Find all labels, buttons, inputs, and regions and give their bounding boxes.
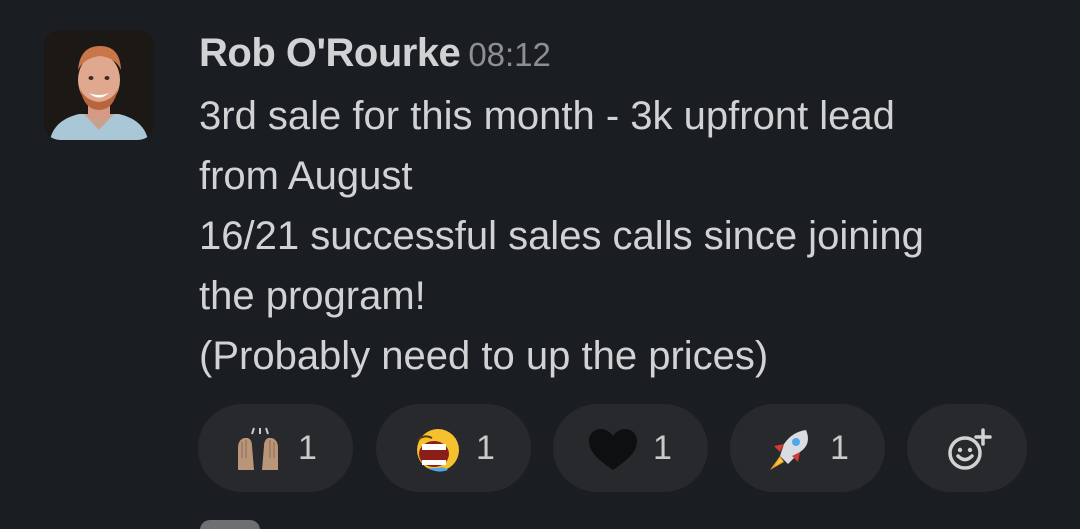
message-line: the program! xyxy=(199,274,426,318)
author-name[interactable]: Rob O'Rourke xyxy=(199,31,461,75)
message-header: Rob O'Rourke 08:12 xyxy=(199,28,551,87)
reaction-count: 1 xyxy=(830,429,849,467)
reaction-rocket[interactable]: 1 xyxy=(730,404,885,492)
rocket-icon xyxy=(762,426,818,474)
next-message-avatar xyxy=(200,520,260,529)
add-reaction-icon xyxy=(948,428,992,470)
reaction-count: 1 xyxy=(653,429,672,467)
reaction-count: 1 xyxy=(298,429,317,467)
black-heart-icon xyxy=(585,426,641,474)
timestamp[interactable]: 08:12 xyxy=(468,36,551,73)
reaction-laughing-face[interactable]: 1 xyxy=(376,404,531,492)
laughing-face-icon xyxy=(408,426,464,474)
message-line: 16/21 successful sales calls since joini… xyxy=(199,214,924,258)
message-line: (Probably need to up the prices) xyxy=(199,334,769,378)
message-line: from August xyxy=(199,154,413,198)
reaction-black-heart[interactable]: 1 xyxy=(553,404,708,492)
reaction-raising-hands[interactable]: 1 xyxy=(198,404,353,492)
message-body: 3rd sale for this month - 3k upfront lea… xyxy=(199,86,1059,386)
avatar[interactable] xyxy=(44,30,154,140)
add-reaction-button[interactable] xyxy=(907,404,1027,492)
avatar-image xyxy=(44,30,154,140)
raising-hands-icon xyxy=(230,426,286,474)
reaction-count: 1 xyxy=(476,429,495,467)
message-line: 3rd sale for this month - 3k upfront lea… xyxy=(199,94,895,138)
message-container: Rob O'Rourke 08:12 3rd sale for this mont… xyxy=(0,0,1080,529)
